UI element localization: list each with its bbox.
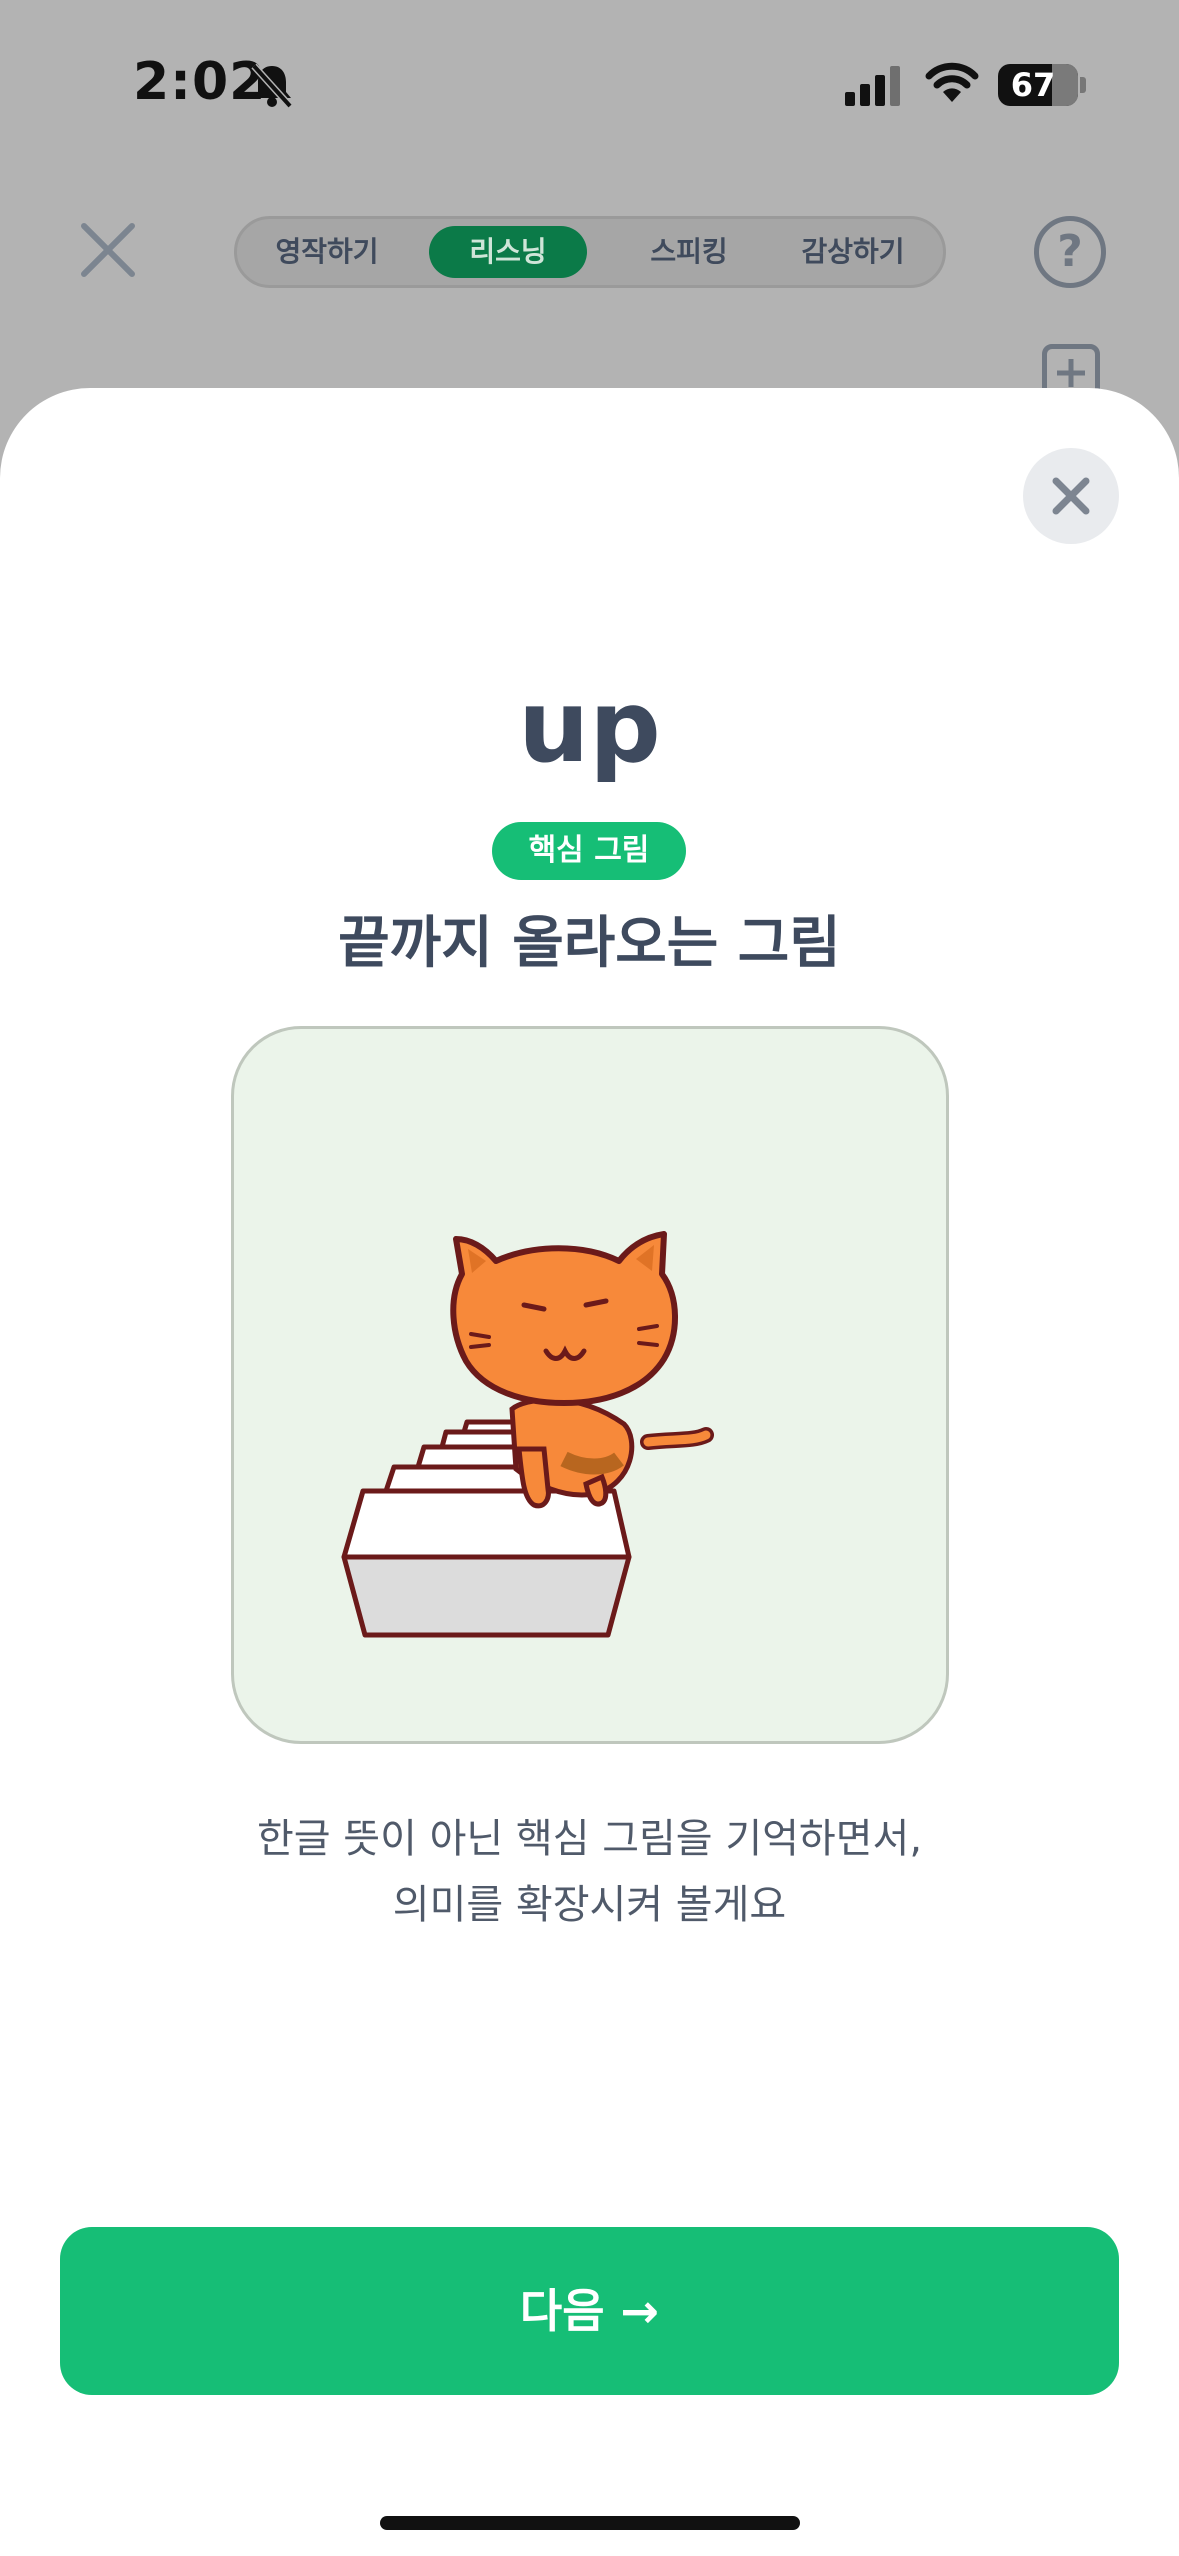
cat-climbing-stairs-illustration bbox=[341, 1231, 714, 1638]
status-bar: 2:02 67 bbox=[0, 0, 1179, 170]
help-icon[interactable]: ? bbox=[1034, 216, 1106, 288]
tab-writing[interactable]: 영작하기 bbox=[245, 226, 409, 278]
close-icon bbox=[1052, 477, 1090, 515]
app-close-icon[interactable] bbox=[78, 220, 138, 280]
status-time: 2:02 bbox=[133, 52, 267, 112]
tab-speaking[interactable]: 스피킹 bbox=[607, 226, 771, 278]
tab-appreciation[interactable]: 감상하기 bbox=[771, 226, 935, 278]
mode-tabs: 영작하기 리스닝 스피킹 감상하기 bbox=[234, 216, 946, 288]
core-image-badge: 핵심 그림 bbox=[492, 822, 686, 880]
instruction-text: 한글 뜻이 아닌 핵심 그림을 기억하면서, 의미를 확장시켜 볼게요 bbox=[0, 1806, 1179, 1938]
home-indicator bbox=[380, 2516, 800, 2530]
battery-tip bbox=[1080, 77, 1086, 93]
next-button[interactable]: 다음 → bbox=[60, 2227, 1119, 2395]
tab-listening[interactable]: 리스닝 bbox=[429, 226, 587, 278]
instruction-line-1: 한글 뜻이 아닌 핵심 그림을 기억하면서, bbox=[256, 1816, 923, 1862]
sheet-close-button[interactable] bbox=[1023, 448, 1119, 544]
battery-icon: 67 bbox=[998, 64, 1078, 106]
vocabulary-word: up bbox=[518, 668, 661, 785]
wifi-icon bbox=[925, 62, 979, 108]
instruction-line-2: 의미를 확장시켜 볼게요 bbox=[392, 1882, 787, 1928]
bell-muted-icon bbox=[250, 62, 294, 112]
illustration-card bbox=[231, 1026, 949, 1744]
battery-level: 67 bbox=[1010, 66, 1056, 104]
cellular-signal-icon bbox=[845, 66, 905, 110]
core-image-description: 끝까지 올라오는 그림 bbox=[338, 911, 841, 976]
